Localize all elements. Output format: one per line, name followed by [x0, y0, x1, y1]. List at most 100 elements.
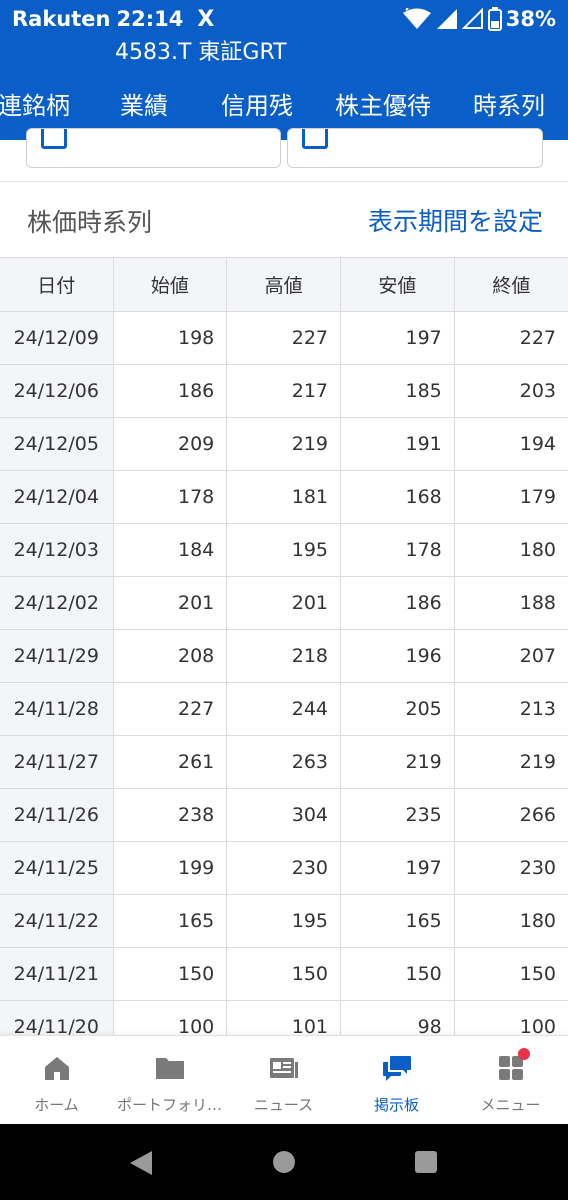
- open-securities-account-button[interactable]: [287, 128, 543, 168]
- tab-shareholder-benefits[interactable]: 株主優待: [335, 84, 431, 128]
- nav-news-label: ニュース: [253, 1096, 314, 1114]
- home-circle-icon[interactable]: [272, 1150, 296, 1174]
- cell-date: 24/11/26: [0, 788, 114, 842]
- cell-open: 201: [113, 576, 228, 630]
- android-navigation-bar: [0, 1124, 568, 1200]
- nav-portfolio-label: ポートフォリ…: [116, 1096, 222, 1114]
- cell-open: 209: [113, 417, 228, 471]
- table-row: 24/11/20 100 101 98 100: [0, 1000, 568, 1035]
- cell-low: 165: [340, 894, 455, 948]
- status-indicators: 38%: [402, 7, 556, 31]
- table-row: 24/12/02 201 201 186 188: [0, 576, 568, 630]
- app-header: Rakuten 22:14 X 38% 4583.T 東証GRT 連銘柄 業績 …: [0, 0, 568, 140]
- cell-date: 24/11/22: [0, 894, 114, 948]
- nav-home-label: ホーム: [34, 1096, 79, 1114]
- account-icon: [302, 129, 328, 149]
- cell-high: 244: [226, 682, 341, 736]
- nav-message-board-label: 掲示板: [373, 1096, 419, 1114]
- cell-date: 24/11/28: [0, 682, 114, 736]
- cell-close: 219: [454, 735, 568, 789]
- signal-empty-icon: [461, 8, 483, 29]
- cell-date: 24/11/20: [0, 1000, 114, 1035]
- cell-open: 198: [113, 311, 228, 365]
- action-buttons-row: [0, 128, 568, 182]
- cell-low: 219: [340, 735, 455, 789]
- cell-close: 227: [454, 311, 568, 365]
- x-logo-icon: X: [197, 6, 215, 32]
- nav-home[interactable]: ホーム: [0, 1036, 113, 1125]
- cell-high: 218: [226, 629, 341, 683]
- status-bar: Rakuten 22:14 X 38%: [0, 0, 568, 38]
- cell-high: 181: [226, 470, 341, 524]
- tab-time-series[interactable]: 時系列: [473, 84, 545, 128]
- cell-close: 180: [454, 523, 568, 577]
- cell-date: 24/12/05: [0, 417, 114, 471]
- cell-date: 24/12/02: [0, 576, 114, 630]
- table-row: 24/11/28 227 244 205 213: [0, 682, 568, 736]
- table-row: 24/11/21 150 150 150 150: [0, 947, 568, 1001]
- bottom-navigation: ホーム ポートフォリ… ニュース 掲示板 メニュー: [0, 1035, 568, 1124]
- cell-date: 24/12/09: [0, 311, 114, 365]
- column-header-open: 始値: [113, 258, 228, 312]
- cell-open: 184: [113, 523, 228, 577]
- battery-icon: [487, 7, 502, 31]
- cell-low: 178: [340, 523, 455, 577]
- cell-low: 185: [340, 364, 455, 418]
- nav-news[interactable]: ニュース: [227, 1036, 340, 1125]
- price-history-table-container[interactable]: 日付 始値 高値 安値 終値 24/12/09 198 227 197 227 24/12…: [0, 257, 568, 1035]
- column-header-low: 安値: [340, 258, 455, 312]
- cell-open: 186: [113, 364, 228, 418]
- nav-menu[interactable]: メニュー: [454, 1036, 567, 1125]
- table-row: 24/12/09 198 227 197 227: [0, 311, 568, 365]
- cell-open: 178: [113, 470, 228, 524]
- portfolio-add-icon: [41, 129, 67, 149]
- tab-bar: 連銘柄 業績 信用残 株主優待 時系列: [0, 84, 568, 128]
- wifi-icon: [402, 8, 431, 29]
- cell-open: 100: [113, 1000, 228, 1035]
- recents-icon[interactable]: [414, 1150, 438, 1174]
- cell-low: 150: [340, 947, 455, 1001]
- price-history-header: 株価時系列 表示期間を設定: [0, 183, 568, 257]
- column-header-date: 日付: [0, 258, 114, 312]
- notification-dot: [518, 1048, 530, 1060]
- tab-related-stocks[interactable]: 連銘柄: [0, 84, 70, 128]
- cell-open: 208: [113, 629, 228, 683]
- cell-close: 188: [454, 576, 568, 630]
- back-icon[interactable]: [128, 1150, 154, 1176]
- cell-close: 194: [454, 417, 568, 471]
- table-row: 24/12/03 184 195 178 180: [0, 523, 568, 577]
- cell-high: 195: [226, 523, 341, 577]
- cell-high: 217: [226, 364, 341, 418]
- cell-date: 24/11/25: [0, 841, 114, 895]
- cell-close: 213: [454, 682, 568, 736]
- cell-high: 101: [226, 1000, 341, 1035]
- nav-message-board[interactable]: 掲示板: [340, 1036, 453, 1125]
- cell-close: 100: [454, 1000, 568, 1035]
- cell-low: 196: [340, 629, 455, 683]
- cell-close: 179: [454, 470, 568, 524]
- cell-open: 238: [113, 788, 228, 842]
- cell-open: 227: [113, 682, 228, 736]
- add-to-portfolio-button[interactable]: [26, 128, 281, 168]
- set-display-period-link[interactable]: 表示期間を設定: [368, 202, 543, 238]
- table-row: 24/12/05 209 219 191 194: [0, 417, 568, 471]
- news-icon: [269, 1058, 298, 1078]
- cell-open: 199: [113, 841, 228, 895]
- cell-high: 227: [226, 311, 341, 365]
- cell-low: 205: [340, 682, 455, 736]
- cell-date: 24/11/29: [0, 629, 114, 683]
- tab-earnings[interactable]: 業績: [120, 84, 168, 128]
- table-row: 24/11/29 208 218 196 207: [0, 629, 568, 683]
- cell-low: 186: [340, 576, 455, 630]
- cell-close: 203: [454, 364, 568, 418]
- cell-high: 263: [226, 735, 341, 789]
- table-row: 24/12/04 178 181 168 179: [0, 470, 568, 524]
- section-title: 株価時系列: [27, 208, 153, 237]
- cell-high: 150: [226, 947, 341, 1001]
- price-history-table: 日付 始値 高値 安値 終値 24/12/09 198 227 197 227 24/12…: [0, 258, 568, 1035]
- chat-bubbles-icon: [382, 1056, 411, 1081]
- cell-high: 230: [226, 841, 341, 895]
- nav-portfolio[interactable]: ポートフォリ…: [113, 1036, 226, 1125]
- cell-low: 197: [340, 841, 455, 895]
- tab-margin-balance[interactable]: 信用残: [221, 84, 293, 128]
